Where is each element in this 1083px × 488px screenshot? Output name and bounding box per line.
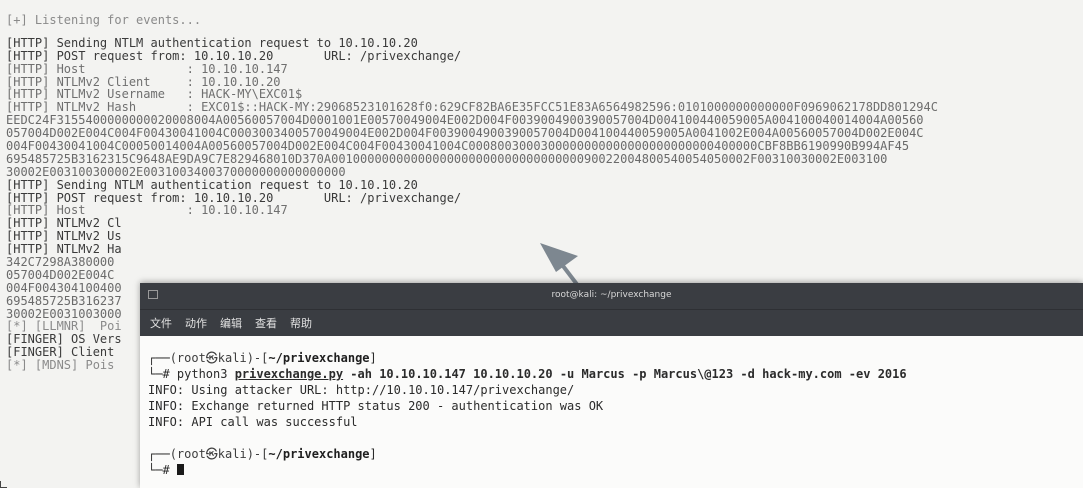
corner-mark <box>0 481 7 488</box>
arrow-head <box>540 243 578 272</box>
window-title: root@kali: ~/privexchange <box>551 290 672 300</box>
prompt-line: ┌──(root㉿kali)-[~/privexchange] <box>148 351 377 365</box>
script-name: privexchange.py <box>234 367 344 381</box>
info-line: INFO: API call was successful <box>148 415 358 429</box>
menu-bar: 文件 动作 编辑 查看 帮助 <box>140 309 1083 336</box>
window-titlebar[interactable]: root@kali: ~/privexchange <box>140 283 1083 309</box>
menu-action[interactable]: 动作 <box>185 315 207 331</box>
input-line[interactable]: └─# <box>148 462 1083 478</box>
text-cursor <box>176 464 184 475</box>
menu-view[interactable]: 查看 <box>255 315 277 331</box>
terminal-output[interactable]: ┌──(root㉿kali)-[~/privexchange] └─# pyth… <box>140 336 1083 478</box>
command-args: -ah 10.10.10.147 10.10.10.20 -u Marcus -… <box>343 367 907 381</box>
foreground-terminal-window[interactable]: root@kali: ~/privexchange 文件 动作 编辑 查看 帮助… <box>140 283 1083 488</box>
menu-edit[interactable]: 编辑 <box>220 315 242 331</box>
info-line: INFO: Using attacker URL: http://10.10.1… <box>148 383 575 397</box>
menu-help[interactable]: 帮助 <box>290 315 312 331</box>
info-line: INFO: Exchange returned HTTP status 200 … <box>148 399 604 413</box>
command-line: └─# python3 privexchange.py -ah 10.10.10… <box>148 367 907 381</box>
prompt-line: ┌──(root㉿kali)-[~/privexchange] <box>148 447 377 461</box>
menu-file[interactable]: 文件 <box>150 315 172 331</box>
